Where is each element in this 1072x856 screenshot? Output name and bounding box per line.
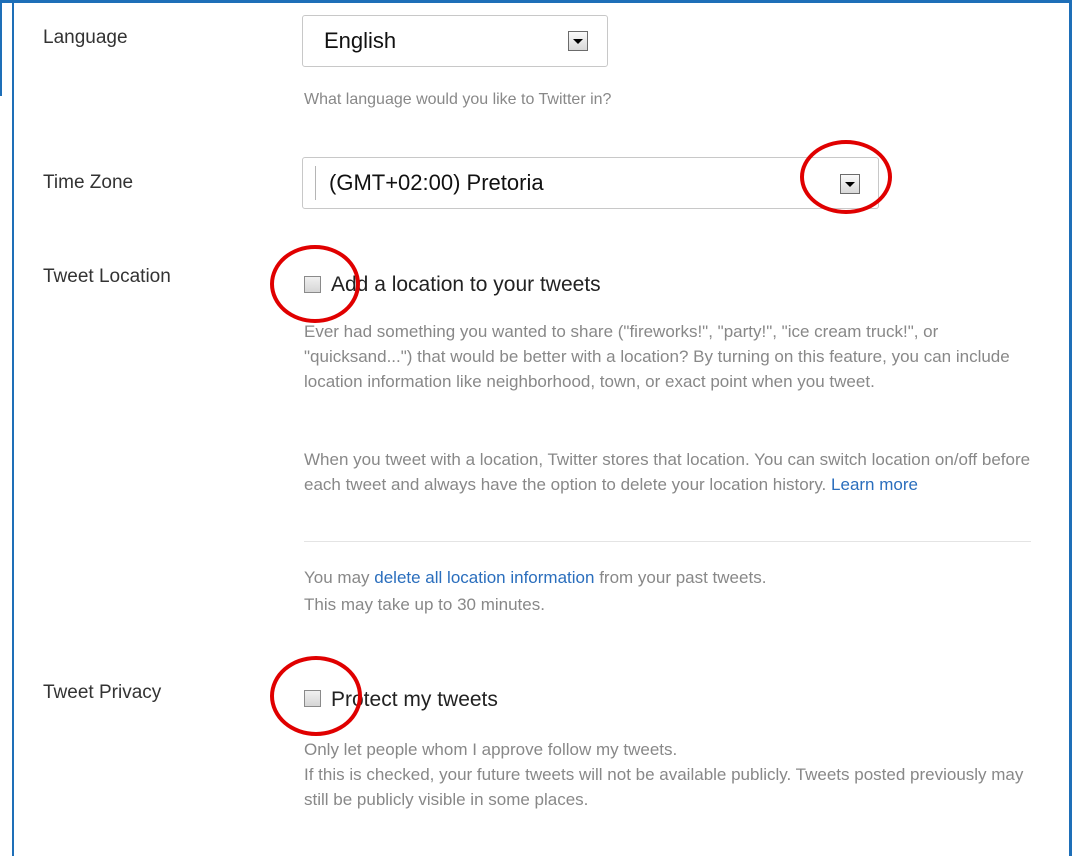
time-zone-select[interactable]: (GMT+02:00) Pretoria xyxy=(302,157,879,209)
window-frame-left xyxy=(12,0,14,856)
select-inner-divider xyxy=(315,166,316,200)
tweet-location-label: Tweet Location xyxy=(43,266,171,287)
time-zone-selected-value: (GMT+02:00) Pretoria xyxy=(329,170,544,195)
tweet-privacy-label: Tweet Privacy xyxy=(43,682,162,703)
add-location-checkbox-label[interactable]: Add a location to your tweets xyxy=(331,273,601,297)
annotation-circle-privacy xyxy=(270,656,362,736)
location-storage-text: When you tweet with a location, Twitter … xyxy=(304,447,1044,497)
window-frame-top xyxy=(0,0,1072,3)
delete-location-link[interactable]: delete all location information xyxy=(374,568,594,587)
location-description: Ever had something you wanted to share (… xyxy=(304,322,1010,391)
delete-location-text: You may delete all location information … xyxy=(304,565,1044,590)
learn-more-link[interactable]: Learn more xyxy=(831,475,918,494)
privacy-description-line2: If this is checked, your future tweets w… xyxy=(304,765,1024,809)
privacy-description-line1: Only let people whom I approve follow my… xyxy=(304,740,678,759)
delete-suffix: from your past tweets. xyxy=(599,568,767,587)
language-select[interactable]: English xyxy=(302,15,608,67)
outer-frame-edge xyxy=(0,0,2,96)
chevron-down-icon[interactable] xyxy=(568,31,588,51)
delete-location-note: This may take up to 30 minutes. xyxy=(304,595,545,614)
delete-prefix: You may xyxy=(304,568,370,587)
language-selected-value: English xyxy=(324,28,397,53)
language-label: Language xyxy=(43,27,128,48)
annotation-circle-location xyxy=(270,245,360,323)
section-divider xyxy=(304,541,1031,542)
language-hint: What language would you like to Twitter … xyxy=(304,91,612,108)
time-zone-label: Time Zone xyxy=(43,172,134,193)
annotation-circle-timezone xyxy=(800,140,892,214)
location-storage-body: When you tweet with a location, Twitter … xyxy=(304,450,1031,494)
